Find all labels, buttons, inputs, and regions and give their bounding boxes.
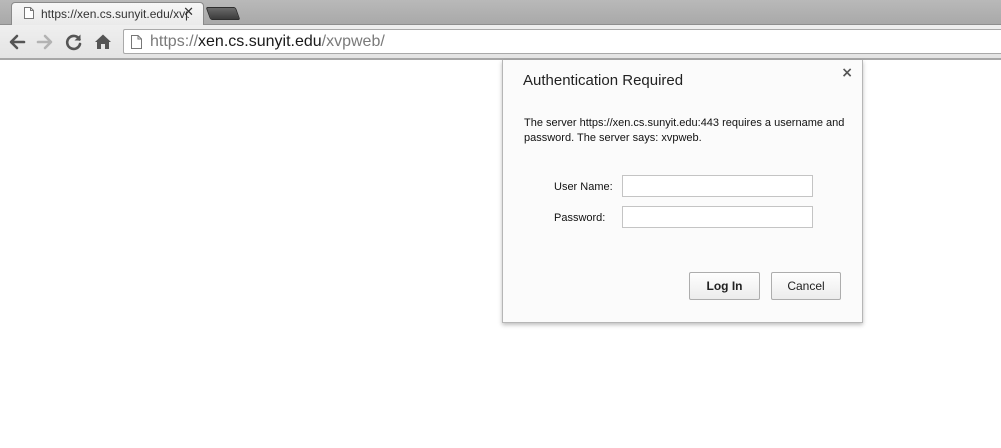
- address-url[interactable]: https://xen.cs.sunyit.edu/xvpweb/: [150, 33, 385, 51]
- cancel-button[interactable]: Cancel: [771, 272, 841, 300]
- address-bar[interactable]: https://xen.cs.sunyit.edu/xvpweb/: [123, 29, 1001, 54]
- page-icon: [24, 7, 34, 19]
- browser-window: https://xen.cs.sunyit.edu/xvpweb/ ✕ http…: [0, 0, 1001, 448]
- url-host: xen.cs.sunyit.edu: [198, 33, 322, 50]
- new-tab-button[interactable]: [205, 7, 241, 20]
- tab-active[interactable]: https://xen.cs.sunyit.edu/xvpweb/ ✕: [11, 2, 204, 25]
- url-path: /xvpweb/: [321, 33, 385, 50]
- username-label: User Name:: [554, 181, 613, 193]
- auth-dialog: Authentication Required × The server htt…: [502, 60, 863, 323]
- forward-arrow-icon[interactable]: [35, 32, 55, 52]
- page-icon: [131, 35, 142, 49]
- reload-icon[interactable]: [64, 32, 84, 52]
- toolbar: https://xen.cs.sunyit.edu/xvpweb/: [0, 25, 1001, 60]
- tab-title: https://xen.cs.sunyit.edu/xvpweb/: [41, 7, 189, 21]
- login-button[interactable]: Log In: [689, 272, 760, 300]
- dialog-message: The server https://xen.cs.sunyit.edu:443…: [524, 117, 845, 144]
- password-label: Password:: [554, 212, 606, 224]
- url-scheme: https://: [150, 33, 199, 50]
- tab-close-icon[interactable]: ✕: [183, 5, 194, 21]
- password-field[interactable]: [622, 206, 813, 228]
- back-arrow-icon[interactable]: [7, 32, 27, 52]
- username-field[interactable]: [622, 175, 813, 197]
- home-icon[interactable]: [93, 32, 113, 52]
- dialog-title: Authentication Required: [523, 72, 684, 89]
- tab-strip: https://xen.cs.sunyit.edu/xvpweb/ ✕: [0, 0, 1001, 25]
- dialog-close-icon[interactable]: ×: [841, 65, 853, 81]
